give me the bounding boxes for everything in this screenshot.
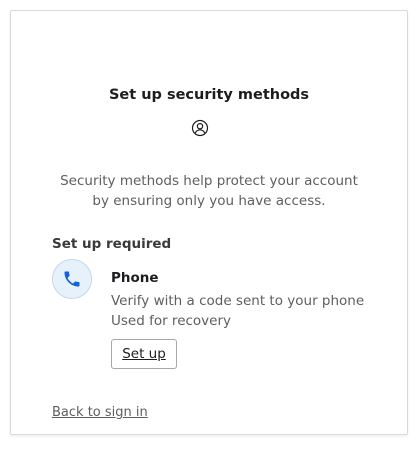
section-heading-required: Set up required	[52, 236, 172, 252]
description-line-2: by ensuring only you have access.	[92, 193, 326, 209]
setup-phone-button[interactable]: Set up	[111, 339, 177, 369]
back-to-sign-in-link[interactable]: Back to sign in	[52, 405, 148, 420]
phone-method-icon-badge	[52, 259, 92, 299]
description-line-1: Security methods help protect your accou…	[60, 173, 358, 189]
phone-icon	[64, 271, 80, 287]
method-usage-phone: Used for recovery	[111, 313, 232, 329]
method-description-phone: Verify with a code sent to your phone	[111, 293, 365, 309]
user-circle-icon	[191, 119, 209, 137]
authenticator-card: Set up security methods Security methods…	[10, 10, 408, 435]
method-title-phone: Phone	[111, 270, 159, 286]
page-title: Set up security methods	[108, 87, 310, 103]
page-description: Security methods help protect your accou…	[41, 171, 377, 211]
